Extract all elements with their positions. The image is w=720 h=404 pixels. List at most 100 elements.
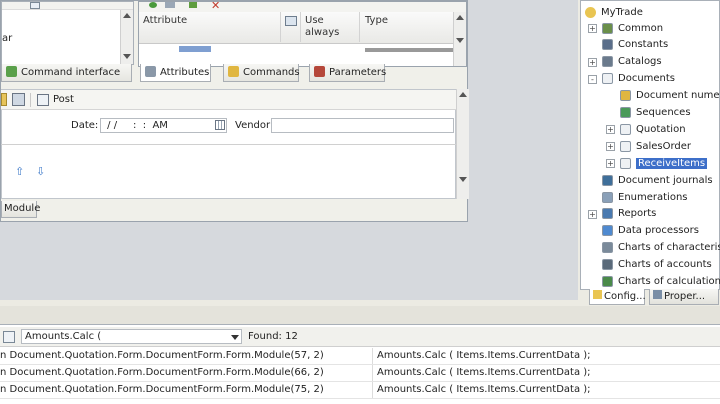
- catalogs-icon: [602, 56, 613, 68]
- column-header-use-always[interactable]: Use always: [305, 15, 350, 39]
- tree-item-document-numerato[interactable]: Document numerato: [620, 88, 720, 104]
- tree-item-receiveitems[interactable]: ReceiveItems: [620, 155, 708, 171]
- command-interface-icon: [6, 66, 17, 77]
- calendar-icon[interactable]: [215, 120, 225, 130]
- documents-icon: [602, 73, 613, 85]
- tree-item-documents[interactable]: Documents: [602, 71, 675, 87]
- tree-expander-icon[interactable]: +: [588, 57, 597, 67]
- date-input[interactable]: / / : : AM: [100, 118, 227, 133]
- form-preview-divider: [1, 144, 456, 145]
- tree-expander-icon[interactable]: +: [606, 159, 615, 169]
- scroll-up-icon[interactable]: [456, 15, 464, 20]
- move-down-icon[interactable]: ⇩: [36, 166, 46, 177]
- post-button[interactable]: Post: [53, 94, 74, 105]
- tree-item-quotation[interactable]: Quotation: [620, 121, 686, 137]
- tab-command-interface[interactable]: Command interface: [1, 64, 132, 82]
- tree-item-data-processors[interactable]: Data processors: [602, 223, 699, 239]
- tree-expander-icon[interactable]: -: [588, 74, 597, 84]
- add-icon[interactable]: [149, 2, 157, 8]
- move-up-icon[interactable]: ⇧: [15, 166, 25, 177]
- commands-icon: [228, 66, 239, 77]
- tree-expander-icon[interactable]: +: [588, 24, 597, 33]
- form-preview-scrollbar[interactable]: [456, 89, 469, 199]
- post-icon[interactable]: [37, 94, 49, 106]
- search-results-icon: [3, 331, 15, 343]
- document-icon: [620, 157, 631, 169]
- tree-item-constants[interactable]: Constants: [602, 37, 668, 53]
- tree-item-label: Enumerations: [618, 191, 688, 203]
- splitter[interactable]: [0, 306, 720, 324]
- tree-expander-icon[interactable]: +: [606, 142, 615, 152]
- tree-item-charts-of-characteristic-t[interactable]: Charts of characteristic t: [602, 240, 720, 256]
- tree-item-charts-of-calculation-typ[interactable]: Charts of calculation typ: [602, 274, 720, 290]
- tree-item-label: Reports: [618, 208, 657, 220]
- tree-item-reports[interactable]: Reports: [602, 206, 656, 222]
- search-query-input[interactable]: Amounts.Calc (: [21, 329, 242, 344]
- accounts-icon: [602, 259, 613, 271]
- tree-item-document-journals[interactable]: Document journals: [602, 172, 713, 188]
- tree-item-sequences[interactable]: Sequences: [620, 105, 691, 121]
- form-elements-toolbar: [2, 2, 133, 10]
- column-divider: [359, 12, 360, 42]
- tree-item-label: Quotation: [636, 123, 686, 135]
- found-count: Found: 12: [248, 331, 298, 342]
- calc-icon: [602, 276, 613, 287]
- numerator-icon: [620, 90, 631, 102]
- vendor-input[interactable]: [271, 118, 454, 133]
- tree-item-common[interactable]: Common: [602, 20, 663, 36]
- selected-attribute-row[interactable]: [179, 46, 211, 52]
- tab-configuration[interactable]: Config...: [589, 289, 646, 305]
- scroll-down-icon[interactable]: [459, 177, 467, 182]
- column-divider: [372, 365, 373, 381]
- reports-icon: [602, 208, 613, 220]
- document-icon: [620, 140, 631, 152]
- journal-icon: [602, 174, 613, 186]
- tree-item-label: Documents: [618, 73, 676, 85]
- tree-items-container: + Common Constants + Catalogs - Documents Docum…: [580, 0, 720, 290]
- dropdown-icon[interactable]: [231, 335, 239, 340]
- tree-item-salesorder[interactable]: SalesOrder: [620, 138, 691, 154]
- scroll-up-icon[interactable]: [459, 92, 467, 97]
- delete-icon[interactable]: ✕: [211, 0, 220, 12]
- tree-item-label: Common: [618, 22, 664, 34]
- toolbar-icon[interactable]: [30, 2, 40, 9]
- tab-properties[interactable]: Proper...: [649, 289, 719, 305]
- tab-commands[interactable]: Commands: [223, 64, 300, 82]
- parameters-icon: [314, 66, 325, 77]
- vendor-label: Vendor:: [235, 120, 274, 131]
- attribute-type-cell: [365, 48, 455, 52]
- search-result-row[interactable]: n Document.Quotation.Form.DocumentForm.F…: [0, 382, 720, 399]
- tree-expander-icon[interactable]: +: [588, 209, 597, 219]
- grid-column-icon: [285, 16, 297, 26]
- copy-icon[interactable]: [165, 2, 175, 8]
- column-header-type[interactable]: Type: [365, 15, 388, 26]
- form-element-label[interactable]: ar: [2, 33, 12, 44]
- save-icon[interactable]: [1, 93, 7, 106]
- scroll-down-icon[interactable]: [123, 54, 131, 59]
- scroll-up-icon[interactable]: [123, 13, 131, 18]
- tree-item-label: Charts of calculation typ: [618, 276, 720, 287]
- tree-item-charts-of-accounts[interactable]: Charts of accounts: [602, 257, 712, 273]
- edit-icon[interactable]: [189, 2, 197, 8]
- search-result-row[interactable]: n Document.Quotation.Form.DocumentForm.F…: [0, 365, 720, 382]
- form-elements-scrollbar[interactable]: [120, 10, 133, 64]
- tree-item-catalogs[interactable]: Catalogs: [602, 54, 662, 70]
- tree-item-enumerations[interactable]: Enumerations: [602, 189, 688, 205]
- constants-icon: [602, 39, 613, 51]
- column-header-attribute[interactable]: Attribute: [143, 15, 187, 26]
- form-header-fields: Date: / / : : AM Vendor:: [1, 114, 456, 138]
- attributes-scrollbar[interactable]: [453, 12, 466, 66]
- tree-item-label: Charts of accounts: [618, 259, 712, 271]
- result-code: Amounts.Calc ( Items.Items.CurrentData )…: [377, 350, 591, 361]
- tree-item-label: Document numerato: [636, 90, 720, 102]
- tree-expander-icon[interactable]: +: [606, 125, 615, 135]
- tab-attributes[interactable]: Attributes: [140, 64, 211, 82]
- tab-module[interactable]: Module: [1, 201, 40, 218]
- sequences-icon: [620, 107, 631, 118]
- attributes-toolbar: ✕: [139, 0, 466, 12]
- floppy-icon[interactable]: [12, 93, 25, 106]
- scroll-down-icon[interactable]: [456, 38, 464, 43]
- search-result-row[interactable]: n Document.Quotation.Form.DocumentForm.F…: [0, 348, 720, 365]
- tree-item-label: Catalogs: [618, 56, 662, 68]
- tab-parameters[interactable]: Parameters: [309, 64, 386, 82]
